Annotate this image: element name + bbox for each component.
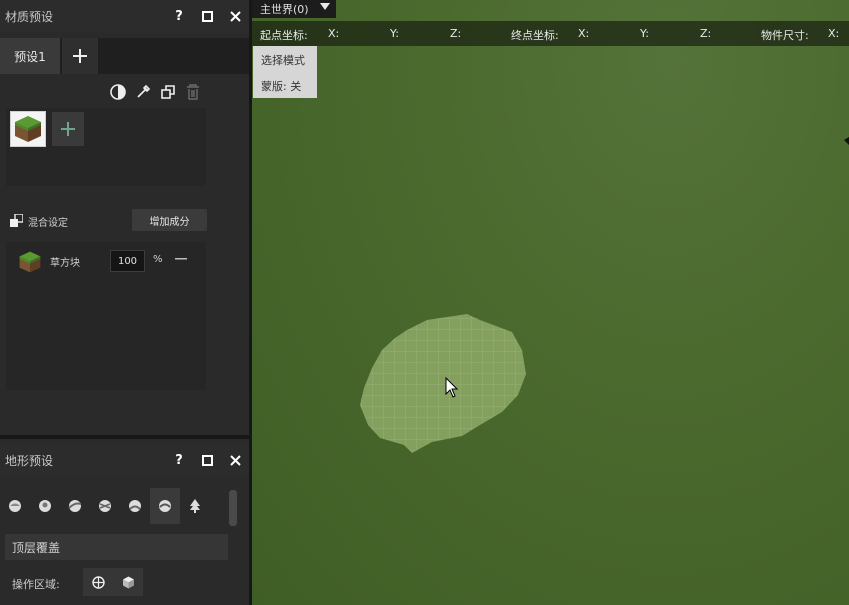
material-panel-header: 材质预设 ?	[0, 0, 249, 32]
selection-mode-label[interactable]: 选择模式	[261, 52, 305, 68]
end-z-label: Z:	[700, 27, 712, 40]
mode-info-box: 选择模式 蒙版: 关	[253, 46, 317, 98]
selection-area	[360, 137, 849, 453]
terrain-mode-dropdown[interactable]: 顶层覆盖	[5, 534, 228, 560]
remove-material-button[interactable]	[174, 251, 188, 267]
tool-scrollbar[interactable]	[229, 490, 237, 526]
eyedropper-button[interactable]	[133, 82, 153, 102]
help-button[interactable]: ?	[165, 444, 193, 476]
contrast-button[interactable]	[108, 82, 128, 102]
close-button[interactable]	[221, 444, 249, 476]
tab-preset-1[interactable]: 预设1	[0, 38, 60, 74]
operation-region-label: 操作区域:	[12, 578, 60, 591]
material-name: 草方块	[50, 258, 80, 269]
mix-settings-label: 混合设定	[28, 218, 68, 229]
plus-icon	[61, 122, 75, 136]
grass-block-icon	[15, 116, 41, 142]
material-toolbar	[0, 82, 249, 102]
material-percent-input[interactable]: 100	[110, 250, 145, 272]
chevron-down-icon	[320, 3, 330, 10]
left-panel: 材质预设 ? 预设1 混合设定 增加成分 草方块 100 % 地形预设 ? 顶层…	[0, 0, 249, 605]
close-icon	[229, 10, 241, 22]
brush-tool-5[interactable]	[120, 488, 150, 524]
mix-settings-row: 混合设定 增加成分	[0, 209, 249, 233]
brush-shape-icon	[68, 500, 82, 512]
mask-status-label[interactable]: 蒙版: 关	[261, 78, 301, 94]
close-icon	[229, 454, 241, 466]
terrain-panel-title: 地形预设	[5, 453, 54, 468]
tree-icon	[190, 499, 200, 513]
start-x-label: X:	[328, 27, 340, 40]
maximize-button[interactable]	[193, 444, 221, 476]
panel-divider	[0, 435, 249, 439]
maximize-icon	[201, 10, 213, 22]
material-list: 草方块 100 %	[6, 242, 206, 390]
plus-icon	[73, 49, 87, 63]
minus-icon	[175, 258, 187, 260]
percent-unit: %	[153, 254, 163, 265]
end-x-label: X:	[578, 27, 590, 40]
add-preset-button[interactable]	[62, 38, 98, 74]
cube-icon	[122, 576, 134, 588]
size-x-label: X:	[828, 27, 840, 40]
world-selector[interactable]: 主世界(0)	[252, 0, 336, 18]
grass-block-icon	[19, 251, 41, 273]
duplicate-icon	[161, 85, 175, 99]
end-y-label: Y:	[640, 27, 649, 40]
mix-icon	[10, 214, 23, 227]
eyedropper-icon	[137, 84, 151, 98]
maximize-icon	[201, 454, 213, 466]
brush-shape-icon	[99, 500, 111, 512]
brush-tool-4[interactable]	[90, 488, 120, 524]
texture-list	[6, 108, 206, 186]
brush-tool-2[interactable]	[30, 488, 60, 524]
material-panel-title: 材质预设	[5, 9, 54, 24]
start-coord-label: 起点坐标:	[260, 29, 308, 42]
brush-tool-1[interactable]	[0, 488, 30, 524]
region-cube-button[interactable]	[113, 568, 143, 596]
brush-shape-icon	[39, 500, 51, 512]
brush-tool-6[interactable]	[150, 488, 180, 524]
brush-shape-icon	[159, 500, 171, 512]
world-label: 主世界(0)	[260, 3, 309, 16]
preset-tab-bar: 预设1	[0, 38, 249, 74]
add-texture-button[interactable]	[52, 112, 84, 146]
region-sphere-button[interactable]	[83, 568, 113, 596]
brush-shape-icon	[9, 500, 21, 512]
trash-icon	[187, 84, 199, 100]
end-coord-label: 终点坐标:	[511, 29, 559, 42]
duplicate-button[interactable]	[158, 82, 178, 102]
start-z-label: Z:	[450, 27, 462, 40]
brush-shape-icon	[129, 500, 141, 512]
add-component-button[interactable]: 增加成分	[132, 209, 207, 231]
start-y-label: Y:	[390, 27, 399, 40]
object-size-label: 物件尺寸:	[761, 29, 809, 42]
terrain-tool-row	[0, 488, 225, 524]
maximize-button[interactable]	[193, 0, 221, 32]
delete-button[interactable]	[183, 82, 203, 102]
operation-region-row: 操作区域:	[0, 568, 249, 596]
world-viewport[interactable]: 主世界(0) 起点坐标: X: Y: Z: 终点坐标: X: Y: Z: 物件尺…	[252, 0, 849, 605]
globe-icon	[91, 575, 105, 589]
tree-tool[interactable]	[180, 488, 210, 524]
close-button[interactable]	[221, 0, 249, 32]
brush-tool-3[interactable]	[60, 488, 90, 524]
contrast-icon	[110, 84, 126, 100]
grass-block-thumbnail[interactable]	[10, 111, 46, 147]
coordinate-bar: 起点坐标: X: Y: Z: 终点坐标: X: Y: Z: 物件尺寸: X:	[252, 21, 849, 46]
terrain-panel-header: 地形预设 ?	[0, 444, 249, 476]
help-button[interactable]: ?	[165, 0, 193, 32]
